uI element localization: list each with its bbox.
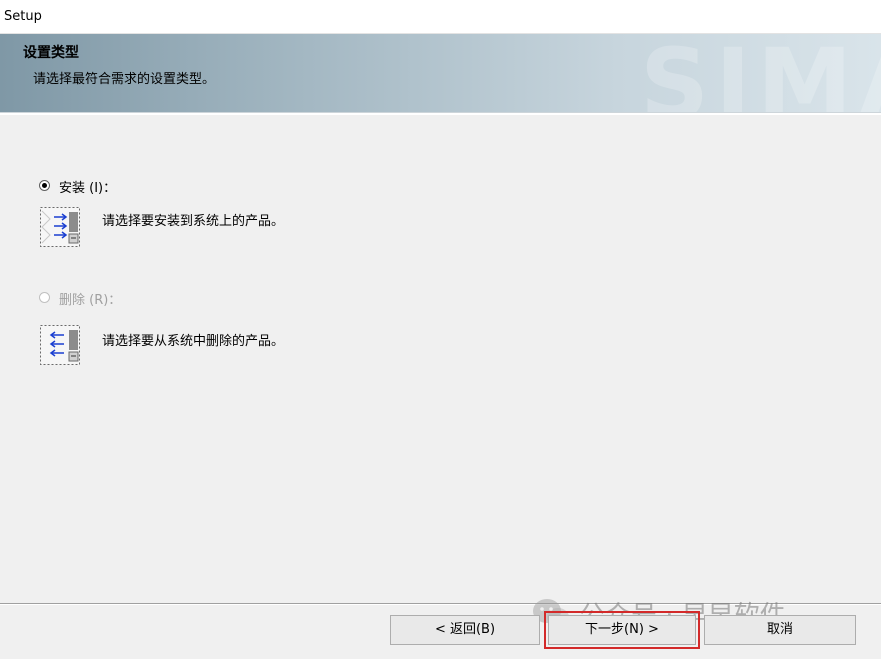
- install-arrows-icon: [40, 207, 80, 247]
- remove-description: 请选择要从系统中删除的产品。: [102, 334, 285, 349]
- cancel-button[interactable]: 取消: [704, 615, 856, 645]
- page-subtitle: 请选择最符合需求的设置类型。: [33, 72, 216, 87]
- remove-option-label[interactable]: 删除 (R)：: [59, 289, 121, 308]
- install-option-label[interactable]: 安装 (I)：: [59, 177, 116, 196]
- brand-wordmark: SIMA: [640, 34, 881, 113]
- page-title: 设置类型: [23, 45, 79, 61]
- install-radio[interactable]: [39, 180, 50, 191]
- remove-radio[interactable]: [39, 292, 50, 303]
- window-title: Setup: [4, 9, 42, 24]
- header-banner: SIMA 设置类型 请选择最符合需求的设置类型。: [0, 34, 881, 113]
- back-button[interactable]: < 返回(B): [390, 615, 540, 645]
- remove-arrows-icon: [40, 325, 80, 365]
- install-description: 请选择要安装到系统上的产品。: [102, 214, 285, 229]
- next-button[interactable]: 下一步(N) >: [544, 611, 700, 649]
- title-bar: Setup: [0, 0, 881, 34]
- banner-divider: [0, 113, 881, 115]
